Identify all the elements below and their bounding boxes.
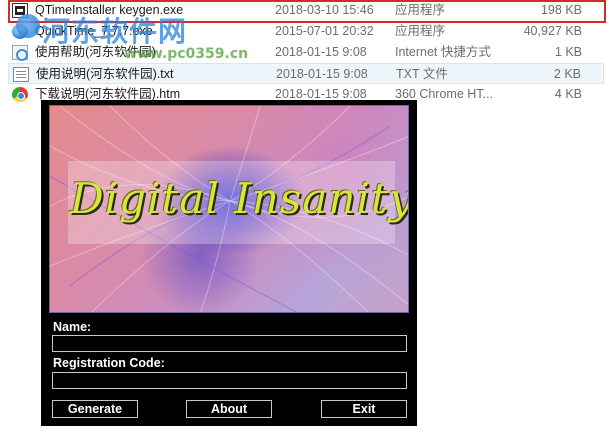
file-row-help-shortcut[interactable]: 使用帮助(河东软件园) 2018-01-15 9:08 Internet 快捷方… <box>8 42 604 63</box>
file-date: 2018-01-15 9:08 <box>275 45 367 59</box>
file-name: QTimeInstaller keygen.exe <box>35 3 184 17</box>
file-size: 2 KB <box>553 67 581 81</box>
registration-code-input[interactable] <box>52 372 407 389</box>
file-name: 使用帮助(河东软件园) <box>35 45 156 59</box>
file-date: 2018-03-10 15:46 <box>275 3 374 17</box>
quicktime-icon <box>12 24 28 39</box>
file-row-keygen[interactable]: QTimeInstaller keygen.exe 2018-03-10 15:… <box>8 0 604 21</box>
exe-icon <box>12 3 28 18</box>
file-name: QuickTime_7.7.7.exe <box>35 24 153 38</box>
banner-title: Digital Insanity <box>70 174 409 223</box>
file-date: 2015-07-01 20:32 <box>275 24 374 38</box>
file-date: 2018-01-15 9:08 <box>276 67 368 81</box>
name-input[interactable] <box>52 335 407 352</box>
file-type: 应用程序 <box>395 3 446 17</box>
keygen-banner: Digital Insanity <box>49 105 409 313</box>
keygen-window: Digital Insanity Name: Registration Code… <box>41 100 417 426</box>
generate-button[interactable]: Generate <box>52 400 138 418</box>
file-size: 1 KB <box>554 45 582 59</box>
file-type: Internet 快捷方式 <box>395 45 491 59</box>
registration-code-label: Registration Code: <box>53 356 165 370</box>
file-name: 使用说明(河东软件园).txt <box>36 67 174 81</box>
internet-shortcut-icon <box>12 45 28 61</box>
exit-button[interactable]: Exit <box>321 400 407 418</box>
text-file-icon <box>13 67 29 82</box>
file-size: 4 KB <box>554 87 582 101</box>
file-row-readme-txt[interactable]: 使用说明(河东软件园).txt 2018-01-15 9:08 TXT 文件 2… <box>8 63 604 84</box>
about-button[interactable]: About <box>186 400 272 418</box>
file-list: QTimeInstaller keygen.exe 2018-03-10 15:… <box>0 0 612 106</box>
file-size: 198 KB <box>540 3 582 17</box>
file-size: 40,927 KB <box>523 24 582 38</box>
file-type: TXT 文件 <box>396 67 448 81</box>
chrome-html-icon <box>12 87 28 102</box>
name-label: Name: <box>53 320 92 334</box>
file-row-quicktime[interactable]: QuickTime_7.7.7.exe 2015-07-01 20:32 应用程… <box>8 21 604 42</box>
file-type: 应用程序 <box>395 24 446 38</box>
